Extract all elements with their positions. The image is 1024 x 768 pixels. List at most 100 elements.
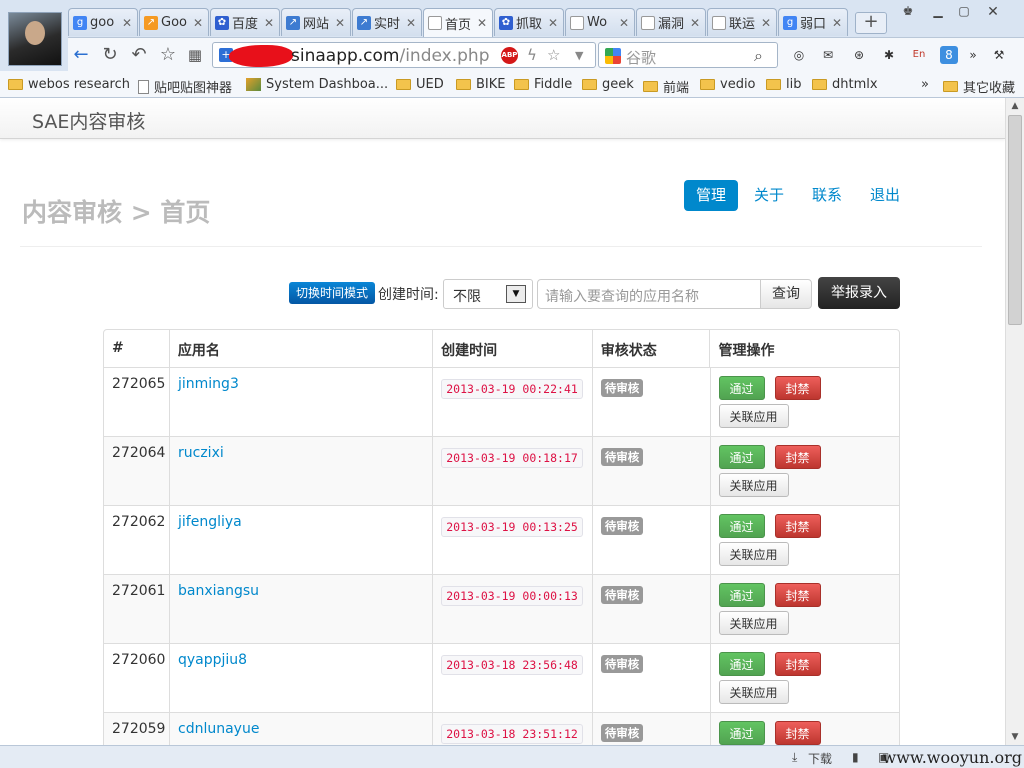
close-tab-icon[interactable]: ✕	[831, 16, 843, 30]
close-tab-icon[interactable]: ✕	[263, 16, 275, 30]
bookmark-item[interactable]: 贴吧贴图神器	[138, 77, 232, 96]
reload-icon[interactable]: ↻	[99, 44, 121, 66]
linked-apps-button[interactable]: 关联应用	[718, 473, 789, 497]
approve-button[interactable]: 通过	[718, 583, 765, 607]
extension-icon[interactable]: ◎	[790, 46, 808, 64]
approve-button[interactable]: 通过	[718, 376, 765, 400]
close-tab-icon[interactable]: ✕	[689, 16, 701, 30]
query-button[interactable]: 查询	[760, 279, 812, 309]
profile-avatar[interactable]	[8, 12, 62, 66]
app-name-link[interactable]: qyappjiu8	[178, 652, 247, 668]
bookmark-item[interactable]: vedio	[700, 77, 756, 92]
browser-tab[interactable]: 漏洞 ✕	[636, 8, 706, 36]
bookmark-item[interactable]: Fiddle	[514, 77, 572, 92]
close-tab-icon[interactable]: ✕	[618, 16, 630, 30]
bug-icon[interactable]: ✱	[880, 46, 898, 64]
steering-wheel-icon[interactable]: ⊛	[850, 46, 868, 64]
brand-title[interactable]: SAE内容审核	[32, 107, 145, 134]
approve-button[interactable]: 通过	[718, 514, 765, 538]
bookmark-item[interactable]: System Dashboa...	[246, 77, 388, 92]
bookmark-item[interactable]: 前端	[643, 77, 689, 96]
back-icon[interactable]: ←	[70, 44, 92, 66]
scrollbar-thumb[interactable]	[1008, 115, 1022, 325]
close-tab-icon[interactable]: ✕	[334, 16, 346, 30]
search-box[interactable]: 谷歌	[598, 42, 778, 68]
created-time-select[interactable]: 不限 ▼	[443, 279, 533, 309]
lightning-icon[interactable]: ϟ	[527, 46, 537, 64]
download-icon[interactable]: ⤓	[792, 750, 797, 765]
search-icon[interactable]: ⌕	[754, 46, 763, 66]
approve-button[interactable]: 通过	[718, 445, 765, 469]
linked-apps-button[interactable]: 关联应用	[718, 611, 789, 635]
translate-icon[interactable]: En	[910, 46, 928, 64]
adblock-icon[interactable]: ABP	[501, 47, 518, 64]
approve-button[interactable]: 通过	[718, 652, 765, 676]
gmail-checker-icon[interactable]: ✉	[819, 46, 837, 64]
close-tab-icon[interactable]: ✕	[760, 16, 772, 30]
dropdown-arrow-icon[interactable]: ▼	[575, 49, 583, 62]
close-window-icon[interactable]: ✕	[983, 4, 1003, 20]
browser-tab[interactable]: ↗ Goo ✕	[139, 8, 209, 36]
browser-tab[interactable]: ✿ 百度 ✕	[210, 8, 280, 36]
close-tab-icon[interactable]: ✕	[476, 16, 488, 30]
new-tab-button[interactable]: +	[855, 12, 887, 34]
nav-pill[interactable]: 退出	[858, 180, 912, 211]
ban-button[interactable]: 封禁	[774, 583, 821, 607]
ban-button[interactable]: 封禁	[774, 721, 821, 745]
other-bookmarks[interactable]: 其它收藏	[943, 77, 1015, 96]
shirt-icon[interactable]: ♚	[898, 4, 918, 18]
downloads-label[interactable]: 下载	[808, 750, 832, 767]
browser-tab[interactable]: Wo ✕	[565, 8, 635, 36]
app-name-link[interactable]: cdnlunayue	[178, 721, 259, 737]
app-name-link[interactable]: jifengliya	[178, 514, 242, 530]
address-bar[interactable]: + sinaapp.com/index.php ABP ϟ ☆ ▼	[212, 42, 596, 68]
apps-grid-icon[interactable]: ▦	[184, 44, 206, 66]
star-icon[interactable]: ☆	[157, 44, 179, 66]
bookmark-item[interactable]: geek	[582, 77, 634, 92]
nav-pill[interactable]: 管理	[684, 180, 739, 211]
browser-tab[interactable]: g goo ✕	[68, 8, 138, 36]
bookmark-item[interactable]: BIKE	[456, 77, 506, 92]
chevron-down-icon[interactable]: ▼	[506, 285, 526, 303]
app-name-link[interactable]: banxiangsu	[178, 583, 259, 599]
close-tab-icon[interactable]: ✕	[547, 16, 559, 30]
browser-tab[interactable]: ↗ 实时 ✕	[352, 8, 422, 36]
wrench-menu-icon[interactable]: ⚒	[990, 46, 1008, 64]
maximize-icon[interactable]: ▢	[954, 4, 974, 18]
scroll-up-icon[interactable]: ▲	[1006, 98, 1024, 114]
browser-tab[interactable]: 联运 ✕	[707, 8, 777, 36]
ban-button[interactable]: 封禁	[774, 514, 821, 538]
ban-button[interactable]: 封禁	[774, 652, 821, 676]
bookmark-star-icon[interactable]: ☆	[547, 46, 560, 64]
minimize-icon[interactable]: ▁	[928, 4, 948, 18]
scroll-down-icon[interactable]: ▼	[1006, 729, 1024, 745]
vertical-scrollbar[interactable]: ▲ ▼	[1005, 98, 1024, 745]
app-name-link[interactable]: ruczixi	[178, 445, 224, 461]
ban-button[interactable]: 封禁	[774, 376, 821, 400]
nav-pill[interactable]: 联系	[800, 180, 854, 211]
browser-tab[interactable]: 首页 ✕	[423, 8, 493, 37]
browser-tab[interactable]: ↗ 网站 ✕	[281, 8, 351, 36]
app-name-search-input[interactable]: 请输入要查询的应用名称	[537, 279, 761, 309]
app-name-link[interactable]: jinming3	[178, 376, 239, 392]
bookmark-item[interactable]: lib	[766, 77, 801, 92]
approve-button[interactable]: 通过	[718, 721, 765, 745]
report-entry-button[interactable]: 举报录入	[818, 277, 900, 309]
browser-tab[interactable]: g 弱口 ✕	[778, 8, 848, 36]
bookmark-item[interactable]: UED	[396, 77, 444, 92]
browser-tab[interactable]: ✿ 抓取 ✕	[494, 8, 564, 36]
toggle-time-mode-button[interactable]: 切换时间模式	[289, 282, 375, 304]
close-tab-icon[interactable]: ✕	[405, 16, 417, 30]
close-tab-icon[interactable]: ✕	[121, 16, 133, 30]
linked-apps-button[interactable]: 关联应用	[718, 404, 789, 428]
nav-pill[interactable]: 关于	[742, 180, 796, 211]
linked-apps-button[interactable]: 关联应用	[718, 542, 789, 566]
ban-button[interactable]: 封禁	[774, 445, 821, 469]
bookmark-item[interactable]: dhtmlx	[812, 77, 878, 92]
bars-icon[interactable]: ▮	[852, 750, 859, 764]
bookmark-item[interactable]: webos research	[8, 77, 130, 92]
undo-icon[interactable]: ↶	[128, 44, 150, 66]
shield-extension-icon[interactable]: 8	[940, 46, 958, 64]
linked-apps-button[interactable]: 关联应用	[718, 680, 789, 704]
close-tab-icon[interactable]: ✕	[192, 16, 204, 30]
